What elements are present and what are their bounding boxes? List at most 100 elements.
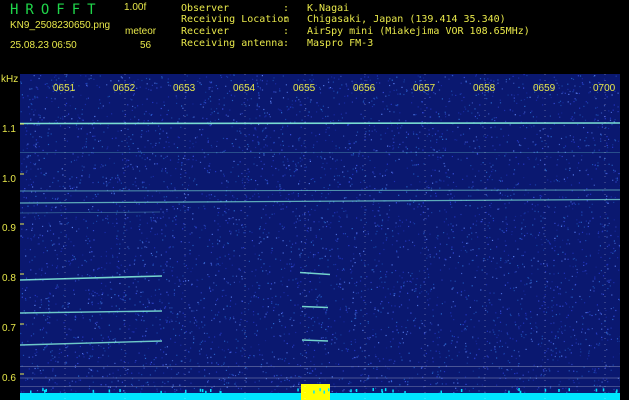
noise-speckle	[184, 316, 186, 318]
noise-speckle	[81, 340, 83, 342]
noise-speckle	[382, 175, 384, 177]
noise-speckle	[398, 119, 400, 121]
noise-speckle	[319, 294, 321, 296]
noise-speckle	[439, 210, 441, 212]
noise-speckle	[546, 265, 548, 267]
noise-speckle	[392, 338, 394, 340]
noise-speckle	[475, 74, 477, 76]
noise-speckle	[94, 139, 96, 141]
noise-speckle	[107, 218, 109, 220]
noise-speckle	[279, 320, 281, 323]
noise-speckle	[352, 358, 354, 360]
noise-speckle	[306, 357, 308, 359]
noise-speckle	[547, 240, 549, 242]
noise-speckle	[206, 357, 209, 359]
noise-speckle	[494, 149, 496, 151]
noise-speckle	[568, 370, 570, 372]
noise-speckle	[514, 114, 516, 116]
noise-speckle	[348, 330, 350, 333]
noise-speckle	[163, 196, 165, 198]
noise-speckle	[539, 307, 541, 310]
noise-speckle	[92, 198, 94, 200]
noise-speckle	[220, 76, 223, 78]
noise-speckle	[567, 258, 569, 260]
noise-speckle	[443, 345, 445, 347]
noise-speckle	[461, 241, 464, 243]
noise-speckle	[432, 357, 434, 359]
noise-speckle	[214, 119, 216, 121]
noise-speckle	[454, 201, 456, 203]
noise-speckle	[464, 106, 466, 108]
noise-speckle	[339, 307, 342, 309]
noise-speckle	[138, 203, 140, 205]
noise-speckle	[418, 203, 420, 205]
noise-speckle	[190, 347, 192, 349]
noise-speckle	[243, 348, 245, 350]
noise-speckle	[282, 203, 284, 205]
noise-speckle	[355, 141, 357, 143]
noise-speckle	[364, 214, 366, 216]
noise-speckle	[160, 114, 162, 116]
noise-speckle	[492, 164, 494, 166]
noise-speckle	[391, 230, 394, 232]
noise-speckle	[405, 240, 407, 242]
noise-speckle	[399, 93, 401, 95]
noise-speckle	[335, 168, 337, 170]
noise-speckle	[201, 149, 203, 151]
noise-speckle	[559, 288, 561, 290]
noise-speckle	[561, 92, 563, 95]
noise-speckle	[61, 306, 63, 308]
noise-speckle	[386, 271, 388, 273]
noise-speckle	[571, 140, 573, 143]
noise-speckle	[458, 255, 460, 257]
noise-speckle	[74, 316, 76, 318]
noise-speckle	[207, 140, 209, 142]
noise-speckle	[55, 79, 57, 81]
noise-speckle	[535, 157, 537, 159]
noise-speckle	[39, 115, 41, 117]
noise-speckle	[334, 320, 336, 322]
noise-speckle	[516, 378, 518, 381]
noise-speckle	[545, 170, 547, 172]
noise-speckle	[115, 137, 117, 139]
noise-speckle	[254, 333, 256, 335]
noise-speckle	[248, 104, 250, 106]
noise-speckle	[331, 390, 333, 393]
noise-speckle	[264, 316, 266, 318]
noise-speckle	[452, 75, 454, 77]
noise-speckle	[485, 305, 487, 307]
noise-speckle	[376, 82, 378, 84]
noise-speckle	[300, 266, 302, 269]
noise-speckle	[40, 301, 42, 303]
y-tick-label: 0.9	[2, 223, 16, 234]
noise-speckle	[234, 383, 236, 385]
noise-speckle	[578, 92, 580, 95]
noise-speckle	[376, 75, 378, 77]
noise-speckle	[20, 332, 22, 335]
noise-speckle	[570, 336, 572, 338]
noise-speckle	[167, 96, 170, 98]
noise-speckle	[201, 229, 203, 231]
noise-speckle	[169, 85, 172, 87]
noise-speckle	[75, 124, 78, 126]
noise-speckle	[293, 192, 295, 194]
noise-speckle	[66, 140, 68, 142]
noise-speckle	[416, 278, 418, 280]
noise-speckle	[188, 351, 190, 353]
noise-speckle	[578, 221, 580, 223]
noise-speckle	[144, 335, 147, 337]
noise-speckle	[235, 303, 237, 305]
noise-speckle	[43, 193, 45, 195]
noise-speckle	[516, 372, 518, 374]
noise-speckle	[124, 113, 126, 116]
noise-speckle	[605, 94, 607, 96]
noise-speckle	[373, 246, 375, 249]
noise-speckle	[192, 213, 194, 215]
noise-speckle	[419, 80, 421, 82]
noise-speckle	[393, 180, 396, 183]
noise-speckle	[143, 265, 145, 267]
noise-speckle	[429, 322, 432, 324]
noise-speckle	[335, 391, 338, 394]
noise-speckle	[35, 146, 37, 149]
noise-speckle	[102, 337, 104, 339]
